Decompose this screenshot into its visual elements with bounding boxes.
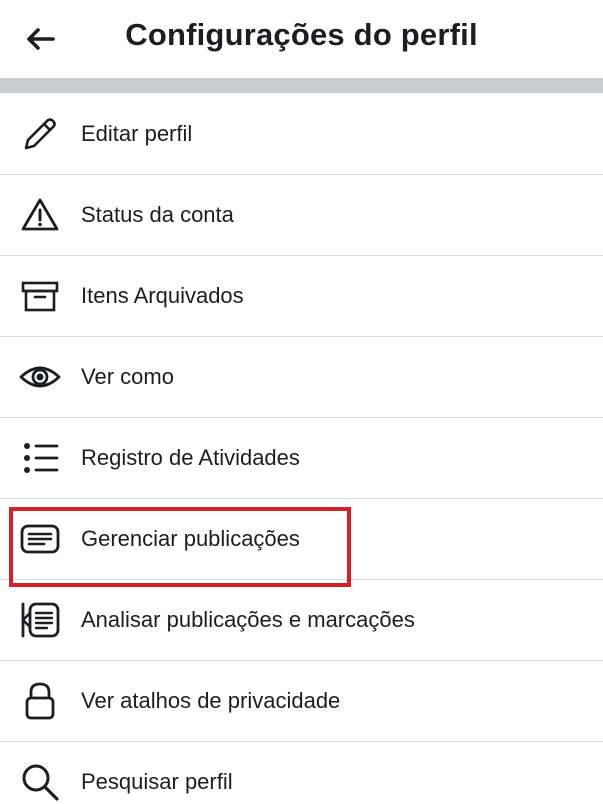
menu-item-label: Status da conta	[81, 202, 234, 227]
menu-item-activity-log[interactable]: Registro de Atividades	[0, 418, 603, 499]
review-posts-icon	[16, 596, 64, 644]
menu-item-label: Editar perfil	[81, 120, 193, 146]
menu-item-label: Ver como	[81, 364, 174, 389]
menu-item-archived-items[interactable]: Itens Arquivados	[0, 256, 603, 337]
menu-item-label: Ver atalhos de privacidade	[81, 688, 341, 713]
lock-icon	[16, 677, 64, 725]
menu-item-label: Gerenciar publicações	[81, 526, 300, 551]
settings-menu: Editar perfil Status da conta Itens Arqu…	[0, 93, 603, 804]
menu-item-edit-profile[interactable]: Editar perfil	[0, 93, 603, 175]
menu-item-label: Registro de Atividades	[81, 445, 300, 470]
menu-item-view-as[interactable]: Ver como	[0, 337, 603, 418]
pencil-icon	[16, 110, 64, 158]
menu-item-search-profile[interactable]: Pesquisar perfil	[0, 742, 603, 804]
menu-item-account-status[interactable]: Status da conta	[0, 175, 603, 256]
archive-icon	[16, 272, 64, 320]
menu-item-review-posts-tags[interactable]: Analisar publicações e marcações	[0, 580, 603, 661]
search-icon	[16, 758, 64, 804]
list-icon	[16, 434, 64, 482]
app-header: Configurações do perfil	[0, 0, 603, 78]
eye-icon	[16, 353, 64, 401]
menu-item-privacy-shortcuts[interactable]: Ver atalhos de privacidade	[0, 661, 603, 742]
page-title: Configurações do perfil	[125, 17, 478, 52]
section-separator	[0, 78, 603, 93]
menu-item-label: Itens Arquivados	[81, 283, 244, 308]
posts-icon	[16, 515, 64, 563]
menu-item-label: Pesquisar perfil	[81, 769, 233, 794]
menu-item-label: Analisar publicações e marcações	[81, 607, 415, 632]
warning-icon	[16, 191, 64, 239]
profile-settings-screen: Configurações do perfil Editar perfil St…	[0, 0, 603, 804]
menu-item-manage-posts[interactable]: Gerenciar publicações	[0, 499, 603, 580]
